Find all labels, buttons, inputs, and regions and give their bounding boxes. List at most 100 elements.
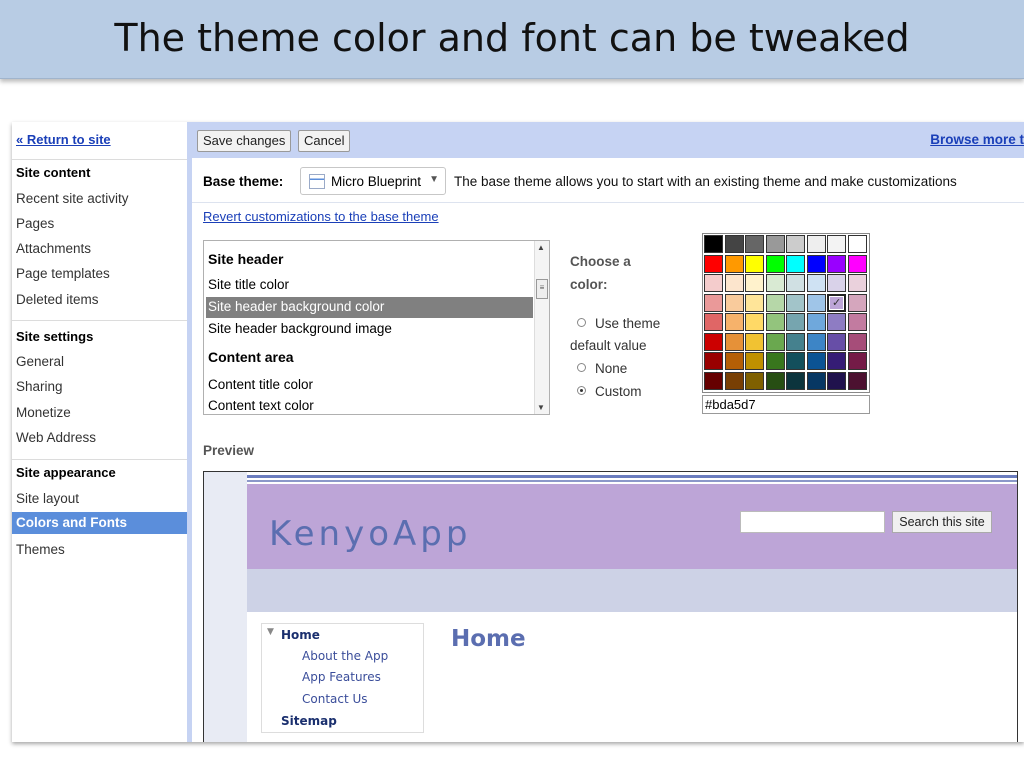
- color-swatch[interactable]: [807, 274, 826, 292]
- theme-element-list[interactable]: Site header Site title color Site header…: [203, 240, 550, 415]
- color-swatch[interactable]: [745, 255, 764, 273]
- color-swatch[interactable]: [827, 235, 846, 253]
- hex-color-input[interactable]: #bda5d7: [702, 395, 870, 414]
- sidebar-item-recent-activity[interactable]: Recent site activity: [16, 191, 129, 206]
- color-swatch[interactable]: [766, 235, 785, 253]
- color-swatch[interactable]: [786, 274, 805, 292]
- sidebar-item-attachments[interactable]: Attachments: [16, 241, 91, 256]
- color-swatch[interactable]: [766, 372, 785, 390]
- list-item-site-header-background-image[interactable]: Site header background image: [206, 319, 533, 340]
- color-swatch[interactable]: [827, 333, 846, 351]
- color-swatch[interactable]: [827, 352, 846, 370]
- color-swatch[interactable]: [848, 294, 867, 312]
- browse-more-themes-link[interactable]: Browse more t: [930, 132, 1024, 147]
- color-swatch[interactable]: [704, 274, 723, 292]
- color-swatch[interactable]: [745, 333, 764, 351]
- color-swatch[interactable]: [827, 372, 846, 390]
- color-swatch[interactable]: [745, 274, 764, 292]
- color-swatch[interactable]: [807, 313, 826, 331]
- color-swatch[interactable]: [848, 274, 867, 292]
- color-swatch[interactable]: [725, 274, 744, 292]
- color-swatch[interactable]: [786, 294, 805, 312]
- color-swatch[interactable]: [766, 255, 785, 273]
- color-swatch[interactable]: [704, 333, 723, 351]
- color-swatch[interactable]: [786, 235, 805, 253]
- color-swatch[interactable]: [745, 294, 764, 312]
- color-swatch[interactable]: [766, 294, 785, 312]
- color-swatch[interactable]: [704, 372, 723, 390]
- radio-icon[interactable]: [577, 318, 586, 327]
- radio-selected-icon[interactable]: [577, 386, 586, 395]
- color-swatch[interactable]: [807, 333, 826, 351]
- sidebar-item-themes[interactable]: Themes: [16, 542, 65, 557]
- color-swatch[interactable]: [704, 313, 723, 331]
- list-scrollbar[interactable]: ▲ ≡ ▼: [534, 241, 549, 414]
- color-swatch[interactable]: [848, 313, 867, 331]
- sidebar-item-deleted-items[interactable]: Deleted items: [16, 292, 99, 307]
- use-theme-default-radio[interactable]: Use theme: [577, 316, 660, 331]
- color-swatch[interactable]: [848, 352, 867, 370]
- none-radio[interactable]: None: [577, 361, 627, 376]
- color-swatch[interactable]: [786, 372, 805, 390]
- list-item-site-header-background-color[interactable]: Site header background color: [206, 297, 533, 318]
- color-swatch[interactable]: [827, 274, 846, 292]
- cancel-button[interactable]: Cancel: [298, 130, 351, 152]
- color-swatch[interactable]: [807, 372, 826, 390]
- color-swatch[interactable]: [745, 352, 764, 370]
- color-swatch[interactable]: [848, 372, 867, 390]
- color-swatch[interactable]: [725, 255, 744, 273]
- scroll-thumb[interactable]: ≡: [536, 279, 548, 299]
- color-swatch[interactable]: [725, 333, 744, 351]
- color-swatch[interactable]: [704, 255, 723, 273]
- color-swatch[interactable]: [725, 294, 744, 312]
- color-palette[interactable]: ✓: [702, 233, 870, 393]
- custom-radio[interactable]: Custom: [577, 384, 642, 399]
- sidebar-item-colors-and-fonts[interactable]: Colors and Fonts: [12, 512, 187, 534]
- color-swatch[interactable]: [766, 313, 785, 331]
- sidebar-item-pages[interactable]: Pages: [16, 216, 54, 231]
- revert-customizations-link[interactable]: Revert customizations to the base theme: [203, 209, 439, 224]
- radio-icon[interactable]: [577, 363, 586, 372]
- color-swatch[interactable]: [807, 255, 826, 273]
- color-swatch[interactable]: [745, 372, 764, 390]
- color-swatch[interactable]: [725, 352, 744, 370]
- base-theme-dropdown[interactable]: Micro Blueprint ▼: [300, 167, 446, 195]
- color-swatch[interactable]: [848, 333, 867, 351]
- sidebar-item-site-layout[interactable]: Site layout: [16, 491, 79, 506]
- color-swatch[interactable]: [745, 235, 764, 253]
- color-swatch[interactable]: [725, 235, 744, 253]
- color-swatch[interactable]: [786, 333, 805, 351]
- color-swatch[interactable]: [807, 294, 826, 312]
- return-to-site-link[interactable]: « Return to site: [16, 132, 111, 147]
- sidebar-item-sharing[interactable]: Sharing: [16, 379, 63, 394]
- sidebar-item-page-templates[interactable]: Page templates: [16, 266, 110, 281]
- color-swatch[interactable]: [766, 352, 785, 370]
- sidebar-item-monetize[interactable]: Monetize: [16, 405, 71, 420]
- color-swatch[interactable]: [766, 333, 785, 351]
- color-swatch[interactable]: [807, 235, 826, 253]
- scroll-up-arrow-icon[interactable]: ▲: [537, 243, 545, 252]
- color-swatch[interactable]: [827, 313, 846, 331]
- color-swatch[interactable]: [848, 235, 867, 253]
- scroll-down-arrow-icon[interactable]: ▼: [537, 403, 545, 412]
- color-swatch[interactable]: [786, 313, 805, 331]
- color-swatch[interactable]: [725, 313, 744, 331]
- save-changes-button[interactable]: Save changes: [197, 130, 292, 152]
- color-swatch[interactable]: [827, 255, 846, 273]
- color-swatch[interactable]: [848, 255, 867, 273]
- list-item-content-text-color[interactable]: Content text color: [206, 396, 533, 414]
- color-swatch[interactable]: [786, 352, 805, 370]
- color-swatch[interactable]: [745, 313, 764, 331]
- color-swatch[interactable]: [704, 294, 723, 312]
- color-swatch[interactable]: ✓: [827, 294, 846, 312]
- color-swatch[interactable]: [704, 235, 723, 253]
- color-swatch[interactable]: [766, 274, 785, 292]
- list-item-content-title-color[interactable]: Content title color: [206, 375, 533, 396]
- color-swatch[interactable]: [807, 352, 826, 370]
- list-item-site-title-color[interactable]: Site title color: [206, 275, 533, 296]
- color-swatch[interactable]: [725, 372, 744, 390]
- sidebar-item-web-address[interactable]: Web Address: [16, 430, 96, 445]
- color-swatch[interactable]: [704, 352, 723, 370]
- sidebar-item-general[interactable]: General: [16, 354, 64, 369]
- color-swatch[interactable]: [786, 255, 805, 273]
